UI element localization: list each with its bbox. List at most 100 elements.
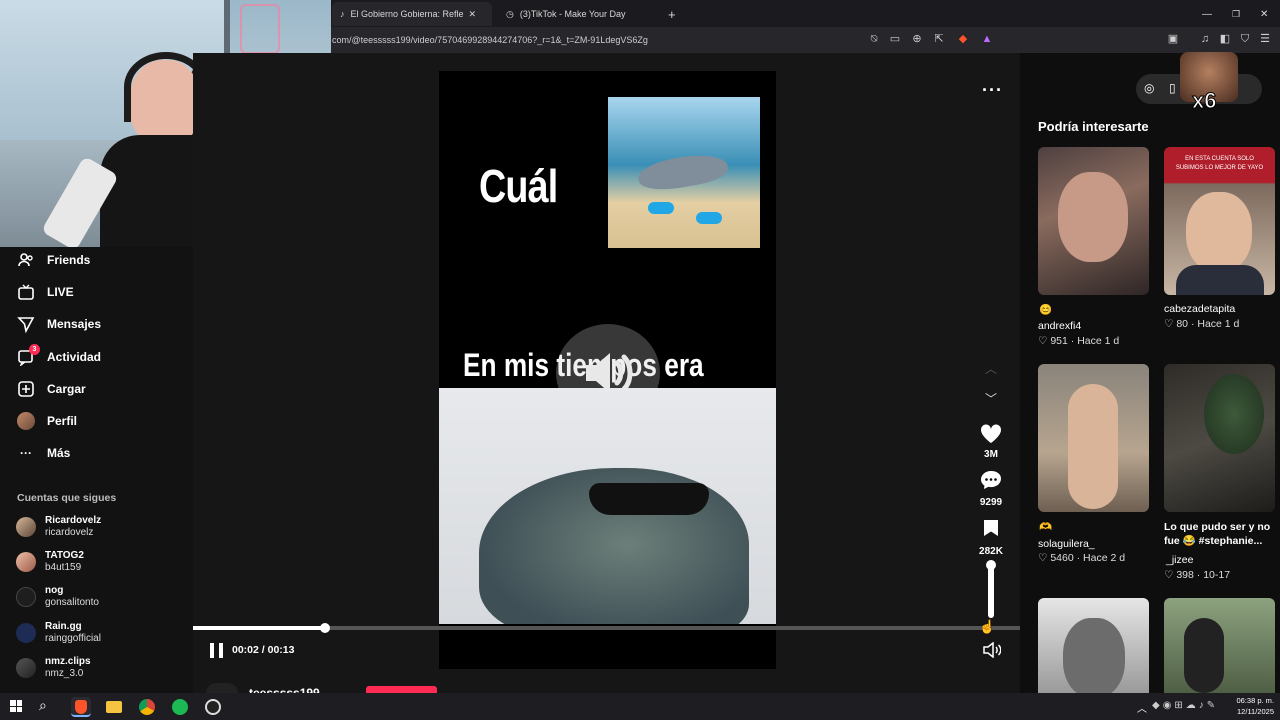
windows-logo-tile <box>16 700 22 706</box>
sidebar-item-profile[interactable]: Perfil <box>17 410 77 432</box>
restore-button[interactable]: ❐ <box>1224 2 1248 26</box>
following-account[interactable]: TATOG2 b4ut159 <box>16 548 84 576</box>
brave-browser-icon[interactable] <box>71 697 91 717</box>
menu-icon[interactable]: ☰ <box>1257 31 1273 47</box>
sidebar-toggle-icon[interactable]: ◧ <box>1217 31 1233 47</box>
brave-rewards-icon[interactable]: ▲ <box>979 31 995 47</box>
like-count: 3M <box>984 449 998 460</box>
pause-icon[interactable] <box>210 643 223 658</box>
windows-logo-tile <box>16 706 22 712</box>
recommended-author[interactable]: solaguilera_ <box>1038 537 1095 551</box>
url-field[interactable]: com/@teesssss199/video/75704699289442747… <box>332 32 862 48</box>
following-account[interactable]: nmz.clips nmz_3.0 <box>16 654 91 682</box>
following-account[interactable]: Ricardovelz ricardovelz <box>16 513 101 541</box>
volume-icon[interactable] <box>983 641 1002 659</box>
chrome-logo <box>139 699 155 715</box>
music-icon[interactable]: ♫ <box>1197 31 1213 47</box>
author-avatar[interactable] <box>206 683 238 693</box>
activity-icon: 3 <box>17 344 40 366</box>
heart-icon: ♡ <box>1038 335 1048 347</box>
pause-bar <box>210 643 214 658</box>
wallet-icon[interactable]: ▣ <box>1165 31 1181 47</box>
save-button[interactable] <box>983 519 999 537</box>
avatar <box>17 412 35 430</box>
sneakers <box>696 212 722 224</box>
recommended-video-thumbnail[interactable] <box>1164 598 1275 693</box>
recommended-caption: Lo que pudo ser y no fue 😂 #stephanie... <box>1164 521 1271 547</box>
recommended-caption: 😊 <box>1039 304 1053 316</box>
device-icon[interactable]: ▯ <box>1169 81 1176 95</box>
comment-count: 9299 <box>979 497 1003 508</box>
recommended-video-thumbnail[interactable] <box>1038 598 1149 693</box>
emote-multiplier-badge: x6 <box>1191 88 1217 114</box>
chrome-icon[interactable] <box>137 697 157 717</box>
close-window-button[interactable]: ✕ <box>1252 2 1276 26</box>
windows-start-icon[interactable] <box>10 700 22 712</box>
windows-logo-tile <box>10 706 16 712</box>
browser-tab[interactable]: ◷ (3)TikTok - Make Your Day <box>498 2 658 26</box>
profile-icon <box>17 412 35 430</box>
recommended-video-thumbnail[interactable] <box>1038 364 1149 512</box>
recommended-stats: ♡ 80 · Hace 1 d <box>1164 318 1240 330</box>
obs-icon[interactable] <box>203 697 223 717</box>
heart-icon: ♡ <box>1038 552 1048 564</box>
following-account[interactable]: nog gonsalitonto <box>16 583 99 611</box>
like-button[interactable] <box>980 424 1002 444</box>
face-thumbnail <box>1058 172 1128 262</box>
minimize-button[interactable]: — <box>1194 2 1220 26</box>
following-title: Cuentas que sigues <box>17 492 117 504</box>
cast-icon[interactable]: ⍉ <box>866 31 882 47</box>
tray-chevron-icon[interactable]: ︿ <box>1137 700 1147 715</box>
clock-date: 12/11/2025 <box>1237 707 1274 716</box>
comment-button[interactable] <box>980 470 1002 490</box>
volume-slider[interactable] <box>986 559 996 618</box>
video-progress-bar[interactable] <box>193 623 1020 633</box>
recommended-stats: ♡ 398 · 10-17 <box>1164 569 1231 581</box>
avatar <box>16 552 36 572</box>
more-options-icon[interactable]: ··· <box>982 80 1003 101</box>
recommended-author[interactable]: _jizee <box>1166 553 1193 567</box>
time-display: 00:02 / 00:13 <box>232 644 295 656</box>
windows-logo-tile <box>10 700 16 706</box>
next-video-button[interactable]: ﹀ <box>983 390 999 406</box>
spotify-icon[interactable] <box>170 697 190 717</box>
screen-icon[interactable]: ▭ <box>887 31 903 47</box>
folder-shape <box>106 701 122 713</box>
messages-icon <box>17 315 35 333</box>
clock-time: 06:38 p. m. <box>1236 696 1274 705</box>
share-icon[interactable]: ⇱ <box>931 31 947 47</box>
sidebar-item-friends[interactable]: Friends <box>17 249 90 271</box>
suit <box>1176 265 1264 295</box>
recommended-video-thumbnail[interactable]: EN ESTA CUENTA SOLO SUBIMOS LO MEJOR DE … <box>1164 147 1275 295</box>
recommended-author[interactable]: cabezadetapita <box>1164 302 1235 316</box>
sidebar-item-messages[interactable]: Mensajes <box>17 313 101 335</box>
face-thumbnail <box>1186 192 1252 272</box>
sidebar-item-live[interactable]: LIVE <box>17 281 74 303</box>
search-icon[interactable]: ⌕ <box>39 697 47 714</box>
recommended-author[interactable]: andrexfi4 <box>1038 319 1081 333</box>
new-tab-button[interactable]: + <box>660 2 684 26</box>
compass-icon[interactable]: ◎ <box>1144 81 1154 95</box>
sidebar-item-upload[interactable]: Cargar <box>17 378 86 400</box>
close-tab-icon[interactable]: ✕ <box>469 9 477 20</box>
zoom-icon[interactable]: ⊕ <box>909 31 925 47</box>
recommended-video-thumbnail[interactable] <box>1038 147 1149 295</box>
neon-sign <box>240 4 280 54</box>
thumbnail-overlay-text: EN ESTA CUENTA SOLO SUBIMOS LO MEJOR DE … <box>1175 156 1264 171</box>
author-name[interactable]: teesssss199 <box>249 684 320 693</box>
spotify-logo <box>172 699 188 715</box>
recommended-video-thumbnail[interactable] <box>1164 364 1275 512</box>
video-player[interactable]: Cuál En mis tiempos era <box>439 71 776 669</box>
brave-shield-icon[interactable]: ◆ <box>955 31 971 47</box>
sidebar-item-more[interactable]: ··· Más <box>17 442 70 464</box>
previous-video-button[interactable]: ︿ <box>983 360 999 376</box>
following-account[interactable]: Rain.gg rainggofficial <box>16 619 101 647</box>
sneakers <box>648 202 674 214</box>
volume-slider-thumb[interactable] <box>986 559 996 570</box>
recommendations-title: Podría interesarte <box>1038 119 1149 134</box>
follow-button[interactable] <box>366 686 437 693</box>
vpn-icon[interactable]: ⛉ <box>1237 31 1253 47</box>
browser-tab-active[interactable]: ♪ El Gobierno Gobierna: Reflexione ✕ <box>332 2 492 26</box>
file-explorer-icon[interactable] <box>104 697 124 717</box>
sidebar-item-activity[interactable]: 3 Actividad <box>17 344 101 368</box>
